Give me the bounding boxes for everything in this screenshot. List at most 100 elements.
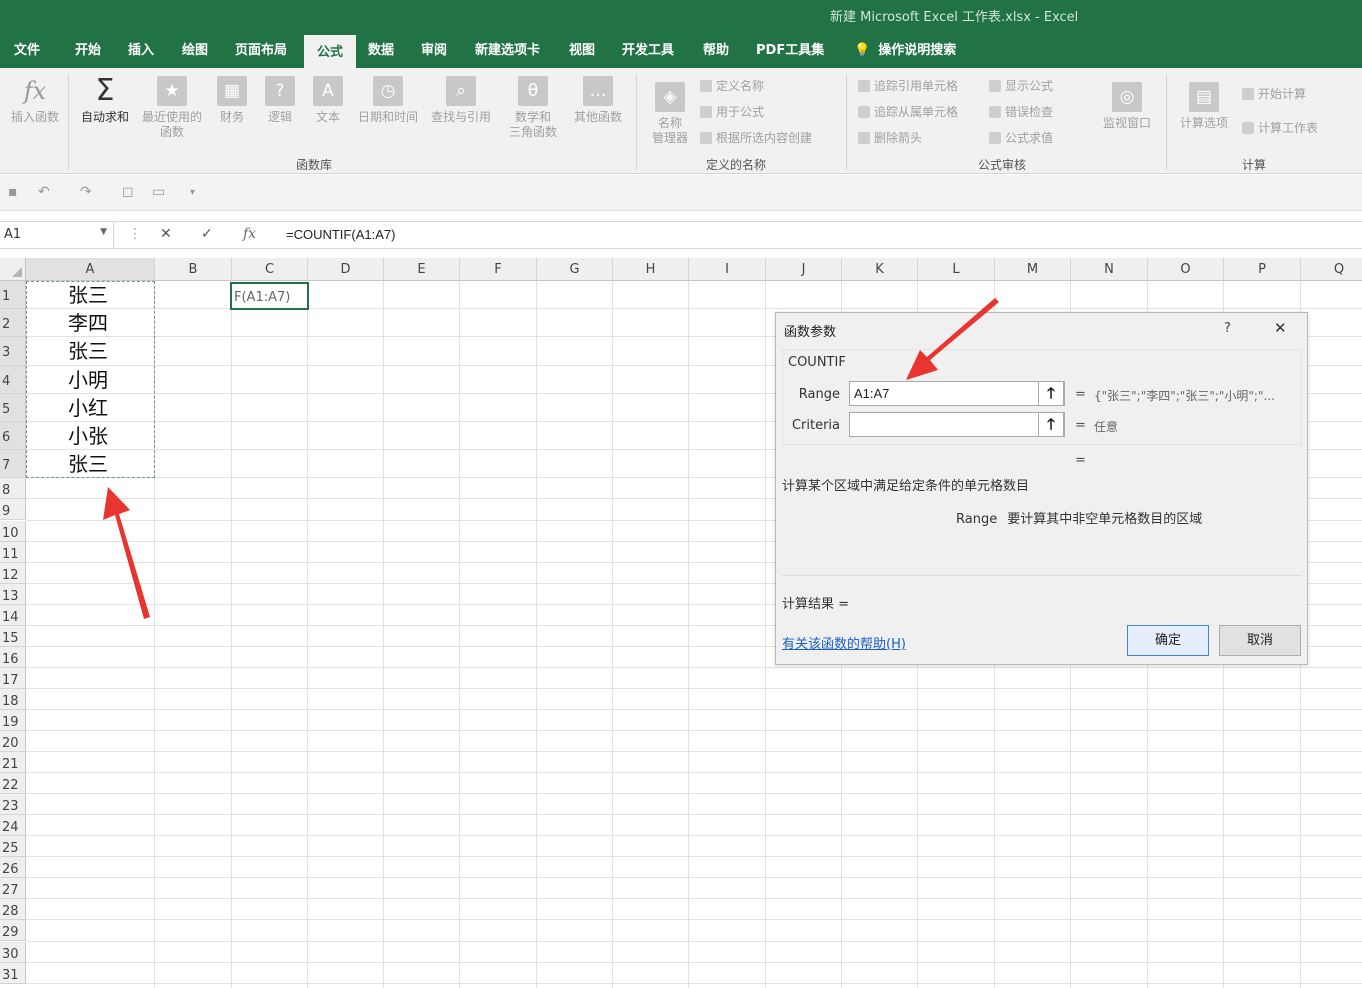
ok-button[interactable]: 确定 xyxy=(1127,625,1209,656)
row-header[interactable]: 20 xyxy=(0,731,26,753)
calc-options-button[interactable]: ▤ 计算选项 xyxy=(1174,82,1234,131)
calc-now-button[interactable]: 开始计算 xyxy=(1242,86,1306,102)
datetime-button[interactable]: ◷ 日期和时间 xyxy=(354,76,422,125)
tab-view[interactable]: 视图 xyxy=(563,33,601,68)
row-header[interactable]: 29 xyxy=(0,920,26,942)
row-header[interactable]: 10 xyxy=(0,520,26,542)
column-header[interactable]: F xyxy=(460,258,537,281)
row-header[interactable]: 4 xyxy=(0,365,26,394)
criteria-input[interactable] xyxy=(849,412,1065,437)
tab-draw[interactable]: 绘图 xyxy=(176,33,214,68)
column-header[interactable]: K xyxy=(842,258,918,281)
row-header[interactable]: 11 xyxy=(0,541,26,563)
row-header[interactable]: 22 xyxy=(0,773,26,795)
column-header[interactable]: P xyxy=(1224,258,1301,281)
row-header[interactable]: 8 xyxy=(0,478,26,500)
undo-icon[interactable]: ↶ xyxy=(38,184,50,200)
customize-qat-icon[interactable]: ▾ xyxy=(190,187,195,198)
function-help-link[interactable]: 有关该函数的帮助(H) xyxy=(782,633,906,652)
tab-insert[interactable]: 插入 xyxy=(122,33,160,68)
column-header[interactable]: M xyxy=(995,258,1071,281)
tab-review[interactable]: 审阅 xyxy=(415,33,453,68)
active-cell-c1[interactable]: F(A1:A7) xyxy=(230,282,309,310)
row-header[interactable]: 21 xyxy=(0,752,26,774)
column-header[interactable]: J xyxy=(766,258,842,281)
column-header[interactable]: A xyxy=(26,258,155,281)
row-header[interactable]: 18 xyxy=(0,688,26,710)
column-header[interactable]: N xyxy=(1071,258,1148,281)
row-header[interactable]: 7 xyxy=(0,450,26,479)
tab-page-layout[interactable]: 页面布局 xyxy=(229,33,293,68)
column-header[interactable]: B xyxy=(155,258,232,281)
column-header[interactable]: C xyxy=(232,258,308,281)
tab-home[interactable]: 开始 xyxy=(69,33,107,68)
remove-arrows-button[interactable]: 删除箭头 xyxy=(858,130,922,146)
enter-check-icon[interactable]: ✓ xyxy=(201,226,213,242)
use-in-formula-button[interactable]: 用于公式 xyxy=(700,104,764,120)
row-header[interactable]: 27 xyxy=(0,878,26,900)
collapse-range-icon[interactable]: 🡑 xyxy=(1038,381,1064,406)
recently-used-button[interactable]: ★ 最近使用的 函数 xyxy=(138,76,206,140)
row-header[interactable]: 13 xyxy=(0,583,26,605)
row-header[interactable]: 15 xyxy=(0,625,26,647)
row-header[interactable]: 2 xyxy=(0,309,26,338)
row-header[interactable]: 3 xyxy=(0,337,26,366)
range-input[interactable] xyxy=(849,381,1065,406)
row-header[interactable]: 17 xyxy=(0,667,26,689)
row-header[interactable]: 12 xyxy=(0,562,26,584)
print-preview-icon[interactable]: ◻ xyxy=(122,184,134,200)
tab-file[interactable]: 文件 xyxy=(8,33,46,68)
name-box[interactable]: A1 ▼ xyxy=(0,222,114,248)
tab-developer[interactable]: 开发工具 xyxy=(616,33,680,68)
row-header[interactable]: 5 xyxy=(0,393,26,422)
trace-dependents-button[interactable]: 追踪从属单元格 xyxy=(858,104,958,120)
autosum-button[interactable]: Σ 自动求和 xyxy=(76,76,134,125)
watch-window-button[interactable]: ◎ 监视窗口 xyxy=(1098,82,1156,131)
row-header[interactable]: 6 xyxy=(0,422,26,451)
tab-pdf-tools[interactable]: PDF工具集 xyxy=(750,33,830,68)
close-icon[interactable]: ✕ xyxy=(1274,319,1287,337)
print-icon[interactable]: ▭ xyxy=(152,184,165,200)
evaluate-formula-button[interactable]: 公式求值 xyxy=(989,130,1053,146)
fx-icon[interactable]: fx xyxy=(243,226,256,242)
column-header[interactable]: E xyxy=(384,258,460,281)
more-functions-button[interactable]: … 其他函数 xyxy=(568,76,628,125)
calc-sheet-button[interactable]: 计算工作表 xyxy=(1242,120,1318,136)
row-header[interactable]: 24 xyxy=(0,815,26,837)
insert-function-button[interactable]: fx 插入函数 xyxy=(6,76,64,125)
tab-new[interactable]: 新建选项卡 xyxy=(469,33,546,68)
tell-me-search[interactable]: 💡 操作说明搜索 xyxy=(848,33,962,68)
row-header[interactable]: 31 xyxy=(0,962,26,984)
row-header[interactable]: 19 xyxy=(0,709,26,731)
save-icon[interactable]: ▪ xyxy=(8,184,18,200)
row-header[interactable]: 16 xyxy=(0,646,26,668)
row-header[interactable]: 14 xyxy=(0,604,26,626)
cancel-button[interactable]: 取消 xyxy=(1219,625,1301,656)
redo-icon[interactable]: ↷ xyxy=(80,184,92,200)
collapse-criteria-icon[interactable]: 🡑 xyxy=(1038,412,1064,437)
row-header[interactable]: 25 xyxy=(0,836,26,858)
column-header[interactable]: D xyxy=(308,258,384,281)
name-manager-button[interactable]: ◈ 名称 管理器 xyxy=(644,82,696,146)
logical-button[interactable]: ? 逻辑 xyxy=(258,76,302,125)
cancel-icon[interactable]: ✕ xyxy=(160,226,172,242)
formula-input[interactable]: =COUNTIF(A1:A7) xyxy=(286,227,395,242)
error-checking-button[interactable]: 错误检查 xyxy=(989,104,1053,120)
financial-button[interactable]: ▦ 财务 xyxy=(210,76,254,125)
column-header[interactable]: G xyxy=(537,258,613,281)
column-header[interactable]: H xyxy=(613,258,689,281)
row-header[interactable]: 1 xyxy=(0,281,26,310)
create-from-selection-button[interactable]: 根据所选内容创建 xyxy=(700,130,812,146)
lookup-button[interactable]: ⌕ 查找与引用 xyxy=(426,76,496,125)
column-header[interactable]: Q xyxy=(1301,258,1362,281)
show-formulas-button[interactable]: 显示公式 xyxy=(989,78,1053,94)
column-header[interactable]: L xyxy=(918,258,995,281)
tab-formulas[interactable]: 公式 xyxy=(304,33,356,68)
row-header[interactable]: 26 xyxy=(0,857,26,879)
math-trig-button[interactable]: θ 数学和 三角函数 xyxy=(500,76,566,140)
text-button[interactable]: A 文本 xyxy=(306,76,350,125)
column-header[interactable]: I xyxy=(689,258,766,281)
row-header[interactable]: 28 xyxy=(0,899,26,921)
trace-precedents-button[interactable]: 追踪引用单元格 xyxy=(858,78,958,94)
row-header[interactable]: 9 xyxy=(0,499,26,521)
